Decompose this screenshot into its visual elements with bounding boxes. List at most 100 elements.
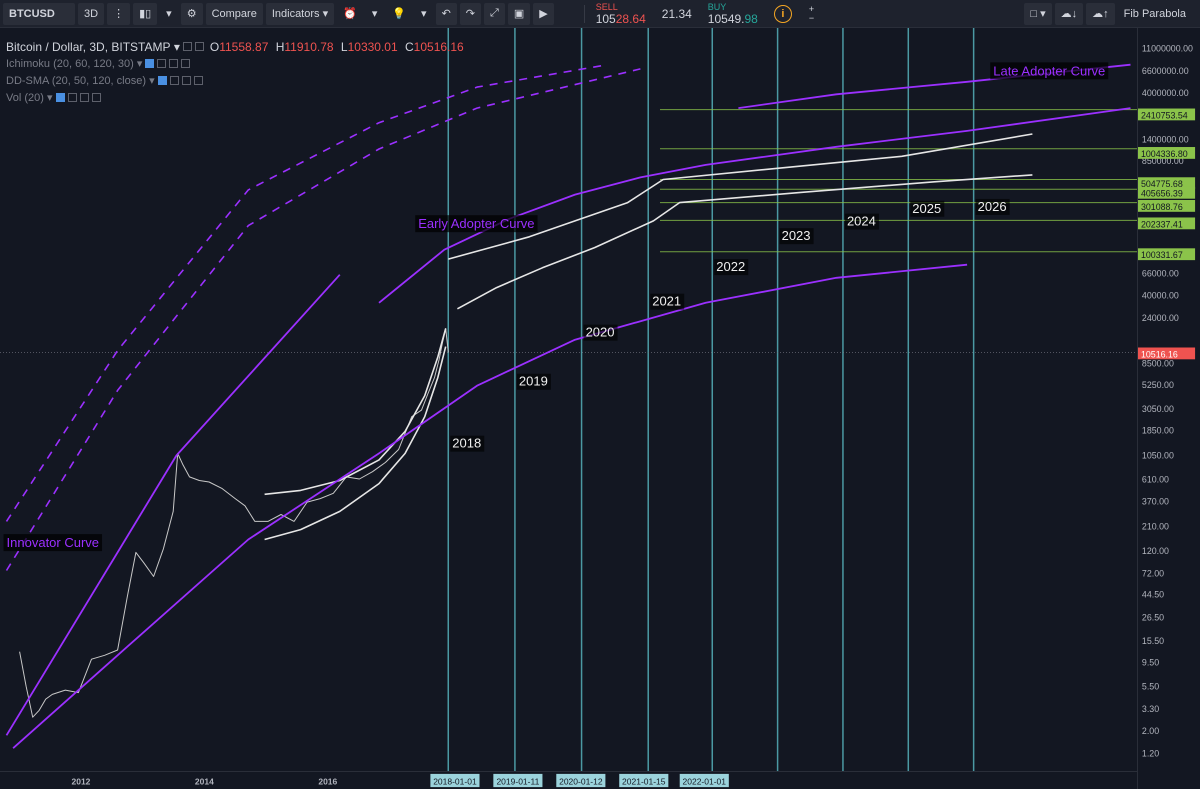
curve-annotation: Early Adopter Curve bbox=[418, 216, 534, 231]
more-mini-icon[interactable] bbox=[181, 59, 191, 68]
price-axis-tick-label: 1400000.00 bbox=[1142, 134, 1189, 144]
top-toolbar: BTCUSD 3D ⋮ ▮▯ ▾ ⚙ Compare Indicators ▾ … bbox=[0, 0, 1200, 28]
price-axis-tick-label: 3050.00 bbox=[1142, 404, 1174, 414]
date-marker-label: 2021-01-15 bbox=[622, 776, 666, 786]
close-mini-icon[interactable] bbox=[79, 93, 89, 102]
sell-button[interactable]: SELL 10528.64 bbox=[588, 0, 654, 28]
chevron-down-icon[interactable]: ▾ bbox=[415, 3, 433, 25]
layout-square-icon[interactable]: □ ▾ bbox=[1024, 2, 1052, 25]
buy-price-main: 10549. bbox=[707, 11, 745, 26]
close-value: 10516.16 bbox=[413, 39, 464, 54]
price-axis-tick-label: 120.00 bbox=[1142, 546, 1169, 556]
eye-icon[interactable] bbox=[157, 76, 167, 85]
settings-mini-icon[interactable] bbox=[194, 42, 204, 51]
year-label: 2018 bbox=[452, 436, 481, 451]
undo-icon[interactable]: ↶ bbox=[435, 2, 457, 25]
cloud-upload-icon[interactable]: ☁↑ bbox=[1086, 2, 1115, 25]
price-axis-tick-label: 1850.00 bbox=[1142, 426, 1174, 436]
price-axis-tick-label: 5250.00 bbox=[1142, 380, 1174, 390]
fib-parabola-series bbox=[448, 133, 1033, 260]
price-axis-tick-label: 66000.00 bbox=[1142, 269, 1179, 279]
lightbulb-icon[interactable]: 💡 bbox=[386, 3, 412, 25]
price-axis-tick-label: 1050.00 bbox=[1142, 451, 1174, 461]
settings-mini-icon[interactable] bbox=[67, 93, 77, 102]
spread-value: 21.34 bbox=[661, 6, 692, 21]
eye-icon[interactable] bbox=[55, 93, 65, 102]
year-label: 2021 bbox=[652, 294, 681, 309]
fullscreen-icon[interactable]: ⤢ bbox=[484, 2, 505, 25]
legend-indicator-ichimoku[interactable]: Ichimoku (20, 60, 120, 30) ▾ bbox=[6, 55, 468, 72]
interval-button[interactable]: 3D bbox=[78, 2, 105, 25]
fib-level-price-label: 301088.76 bbox=[1141, 202, 1183, 212]
settings-mini-icon[interactable] bbox=[169, 76, 179, 85]
price-axis-tick-label: 3.30 bbox=[1142, 704, 1159, 714]
fib-level-price-label: 100331.67 bbox=[1141, 250, 1183, 260]
year-label: 2019 bbox=[519, 374, 548, 389]
time-axis[interactable]: 2012 2014 2016 2018-01-01 2019-01-11 2020-01-… bbox=[0, 771, 1137, 789]
legend-main-row[interactable]: Bitcoin / Dollar, 3D, BITSTAMP ▾ O11558.… bbox=[6, 38, 468, 55]
indicators-button[interactable]: Indicators ▾ bbox=[265, 2, 335, 25]
chevron-down-icon[interactable]: ▾ bbox=[366, 3, 384, 25]
price-axis-tick-label: 9.50 bbox=[1142, 658, 1159, 668]
active-tool-button[interactable]: Fib Parabola bbox=[1118, 3, 1192, 25]
info-icon[interactable]: i bbox=[773, 4, 792, 23]
more-mini-icon[interactable] bbox=[91, 93, 101, 102]
cloud-download-icon[interactable]: ☁↓ bbox=[1054, 2, 1084, 25]
date-marker-label: 2018-01-01 bbox=[433, 776, 477, 786]
price-axis-tick-label: 370.00 bbox=[1142, 497, 1169, 507]
symbol-search-button[interactable]: BTCUSD bbox=[3, 2, 75, 25]
legend-indicator-ddsma[interactable]: DD-SMA (20, 50, 120, close) ▾ bbox=[6, 72, 468, 89]
ohlc-values: O11558.87 H11910.78 L10330.01 C10516.16 bbox=[209, 39, 464, 54]
alert-clock-icon[interactable]: ⏰ bbox=[337, 3, 363, 25]
price-axis-tick-label: 11000000.00 bbox=[1142, 44, 1193, 54]
price-series bbox=[19, 328, 449, 718]
indicators-label: Indicators bbox=[271, 7, 320, 20]
fib-level-price-label: 202337.41 bbox=[1141, 219, 1183, 229]
price-axis-tick-label: 26.50 bbox=[1142, 612, 1164, 622]
low-value: 10330.01 bbox=[347, 39, 398, 54]
price-chart[interactable]: 2018 2019 2020 2021 2022 2023 2024 2025 2026 Inno… bbox=[0, 28, 1140, 771]
price-axis[interactable]: 11000000.00 6600000.00 4000000.00 1400000.0… bbox=[1137, 28, 1200, 789]
indicator-label: Ichimoku (20, 60, 120, 30) bbox=[6, 57, 134, 70]
candlestick-icon[interactable]: ▮▯ bbox=[133, 2, 158, 25]
interval-label: 3D bbox=[84, 7, 99, 20]
time-axis-label: 2012 bbox=[71, 776, 90, 786]
replay-play-icon[interactable]: ▶ bbox=[533, 2, 554, 25]
visibility-toggle-icon[interactable] bbox=[182, 42, 192, 51]
price-axis-tick-label: 24000.00 bbox=[1142, 313, 1179, 323]
more-vertical-icon[interactable]: ⋮ bbox=[107, 2, 131, 25]
legend-title: Bitcoin / Dollar, 3D, BITSTAMP bbox=[6, 39, 171, 54]
year-label: 2026 bbox=[978, 199, 1007, 214]
year-label: 2022 bbox=[716, 259, 745, 274]
compare-button[interactable]: Compare bbox=[205, 2, 263, 25]
legend-indicator-vol[interactable]: Vol (20) ▾ bbox=[6, 89, 468, 106]
support-curve-series bbox=[12, 263, 968, 749]
buy-button[interactable]: BUY 10549.98 bbox=[700, 0, 766, 28]
current-price-label: 10516.16 bbox=[1141, 349, 1178, 359]
settings-mini-icon[interactable] bbox=[157, 59, 167, 68]
eye-icon[interactable] bbox=[145, 59, 155, 68]
chevron-down-icon[interactable]: ▾ bbox=[160, 3, 178, 25]
price-axis-tick-label: 72.00 bbox=[1142, 568, 1164, 578]
year-label: 2020 bbox=[586, 325, 615, 340]
fib-level-price-label: 2410753.54 bbox=[1141, 110, 1188, 120]
sell-price-highlight: 28.64 bbox=[615, 11, 646, 26]
time-axis-label: 2014 bbox=[195, 776, 214, 786]
gear-icon[interactable]: ⚙ bbox=[180, 2, 203, 25]
close-mini-icon[interactable] bbox=[181, 76, 191, 85]
redo-icon[interactable]: ↷ bbox=[459, 2, 482, 25]
time-axis-label: 2016 bbox=[318, 776, 337, 786]
high-value: 11910.78 bbox=[284, 39, 334, 54]
open-value: 11558.87 bbox=[219, 39, 269, 54]
close-mini-icon[interactable] bbox=[169, 59, 179, 68]
curve-annotation: Innovator Curve bbox=[7, 535, 100, 550]
plus-minus-icon[interactable]: + − bbox=[803, 3, 820, 25]
symbol-label: BTCUSD bbox=[9, 7, 55, 20]
indicator-label: DD-SMA (20, 50, 120, close) bbox=[6, 74, 147, 87]
active-tool-label: Fib Parabola bbox=[1123, 7, 1186, 20]
price-axis-tick-label: 1.20 bbox=[1142, 749, 1159, 759]
date-marker-label: 2019-01-11 bbox=[496, 776, 539, 786]
year-label: 2024 bbox=[847, 214, 876, 229]
more-mini-icon[interactable] bbox=[193, 76, 203, 85]
snapshot-icon[interactable]: ▣ bbox=[507, 2, 531, 25]
